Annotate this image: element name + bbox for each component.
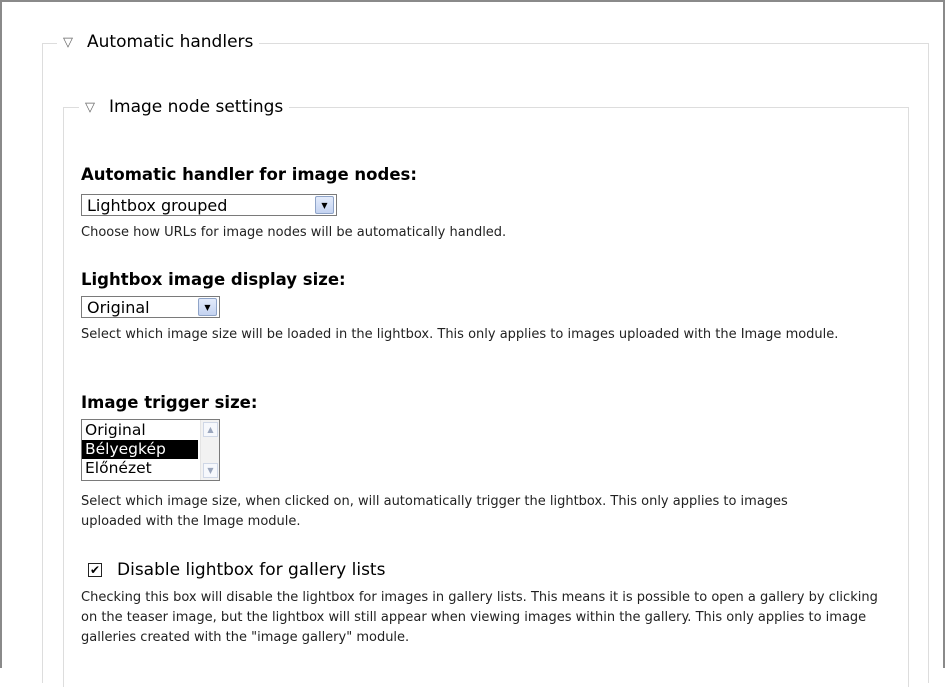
trigger-size-label: Image trigger size: xyxy=(81,393,258,412)
chevron-down-icon[interactable]: ▼ xyxy=(315,196,334,214)
gallery-checkbox[interactable]: ✔ xyxy=(88,563,102,577)
scroll-down-icon[interactable]: ▼ xyxy=(203,463,218,478)
scroll-up-icon[interactable]: ▲ xyxy=(203,422,218,437)
trigger-size-option[interactable]: Original xyxy=(82,421,219,440)
display-size-description: Select which image size will be loaded i… xyxy=(81,327,839,342)
checkmark-icon: ✔ xyxy=(89,563,101,577)
display-size-label: Lightbox image display size: xyxy=(81,270,346,289)
handler-label: Automatic handler for image nodes: xyxy=(81,165,417,184)
chevron-down-icon[interactable]: ▼ xyxy=(198,298,217,316)
fieldset-legend-image-node-settings[interactable]: ▽ Image node settings xyxy=(79,97,290,117)
display-size-select-value: Original xyxy=(87,297,150,317)
fieldset-legend-automatic-handlers[interactable]: ▽ Automatic handlers xyxy=(57,32,260,52)
handler-select-value: Lightbox grouped xyxy=(87,195,228,215)
trigger-size-listbox[interactable]: Original Bélyegkép Előnézet ▲ ▼ xyxy=(81,419,220,481)
gallery-description: Checking this box will disable the light… xyxy=(81,590,878,645)
collapse-triangle-icon[interactable]: ▽ xyxy=(63,35,73,50)
gallery-checkbox-label[interactable]: Disable lightbox for gallery lists xyxy=(117,560,385,580)
trigger-size-option[interactable]: Előnézet xyxy=(82,459,219,478)
legend-label[interactable]: Automatic handlers xyxy=(87,32,253,52)
handler-select[interactable]: Lightbox grouped ▼ xyxy=(81,194,337,216)
legend-label[interactable]: Image node settings xyxy=(109,97,283,117)
collapse-triangle-icon[interactable]: ▽ xyxy=(85,100,95,115)
listbox-scrollbar[interactable]: ▲ ▼ xyxy=(200,420,219,480)
trigger-size-description: Select which image size, when clicked on… xyxy=(81,494,788,529)
handler-description: Choose how URLs for image nodes will be … xyxy=(81,225,507,240)
display-size-select[interactable]: Original ▼ xyxy=(81,296,220,318)
trigger-size-option-selected[interactable]: Bélyegkép xyxy=(82,440,198,459)
